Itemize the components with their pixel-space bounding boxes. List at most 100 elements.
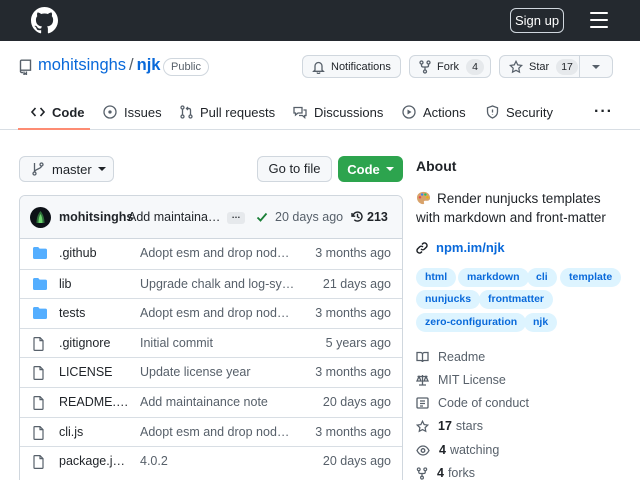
file-row: LICENSE Update license year 3 months ago	[20, 357, 402, 387]
topic-tag[interactable]: template	[560, 268, 622, 287]
tab-security[interactable]: Security	[486, 102, 553, 122]
avatar[interactable]	[30, 207, 51, 228]
commit-count[interactable]: 213	[367, 210, 388, 224]
tab-label: Actions	[423, 104, 466, 120]
topic-tag[interactable]: frontmatter	[479, 290, 554, 309]
menu-icon[interactable]	[590, 12, 608, 28]
file-row: tests Adopt esm and drop node 10 3 months …	[20, 298, 402, 328]
tab-pull-requests[interactable]: Pull requests	[180, 102, 275, 122]
tab-label: Security	[506, 104, 553, 120]
commit-expand-button[interactable]: …	[227, 211, 245, 224]
file-commit-message-link[interactable]: Upgrade chalk and log-symbols	[140, 277, 295, 291]
branch-select-button[interactable]: master	[19, 156, 114, 182]
stars-label: stars	[455, 419, 483, 433]
watchers-link[interactable]: 4 watching	[416, 443, 499, 457]
go-to-file-button[interactable]: Go to file	[257, 156, 332, 182]
notifications-button[interactable]: Notifications	[302, 55, 401, 78]
tab-label: Code	[52, 104, 85, 120]
topic-tag[interactable]: html	[416, 268, 457, 287]
readme-link[interactable]: Readme	[416, 350, 485, 364]
file-commit-message-link[interactable]: Adopt esm and drop node 10	[140, 306, 295, 320]
file-row: .gitignore Initial commit 5 years ago	[20, 327, 402, 358]
tab-code[interactable]: Code	[31, 102, 85, 122]
play-icon	[402, 105, 416, 119]
tab-label: Pull requests	[200, 104, 276, 120]
commit-time[interactable]: 20 days ago	[275, 210, 343, 224]
tab-discussions[interactable]: Discussions	[293, 102, 383, 122]
art-palette-icon	[416, 191, 431, 205]
topic-tag[interactable]: zero-configuration	[416, 313, 527, 332]
file-commit-time: 3 months ago	[315, 365, 391, 380]
forks-link[interactable]: 4 forks	[416, 466, 475, 480]
star-button[interactable]: Star 17	[499, 55, 580, 78]
chevron-down-icon	[385, 167, 394, 171]
file-name-link[interactable]: cli.js	[59, 425, 129, 439]
code-button-label: Code	[347, 161, 380, 177]
star-icon	[509, 59, 523, 73]
law-icon	[416, 374, 429, 386]
chevron-down-icon	[97, 167, 106, 171]
code-of-conduct-icon	[416, 397, 429, 409]
repo-owner-link[interactable]: mohitsinghs	[38, 56, 126, 74]
global-header: Sign up	[0, 0, 640, 41]
file-icon	[33, 425, 44, 440]
file-commit-message-link[interactable]: 4.0.2	[140, 454, 295, 468]
file-commit-message-link[interactable]: Adopt esm and drop node 10	[140, 425, 295, 439]
github-logo-icon[interactable]	[31, 7, 58, 34]
stars-link[interactable]: 17 stars	[416, 419, 483, 433]
topic-tag[interactable]: cli	[527, 268, 557, 287]
code-download-button[interactable]: Code	[338, 156, 403, 182]
readme-label: Readme	[438, 350, 486, 364]
file-commit-message-link[interactable]: Add maintainance note	[140, 395, 295, 409]
history-icon[interactable]	[351, 210, 364, 223]
repo-name-link[interactable]: njk	[137, 56, 161, 74]
fork-button[interactable]: Fork 4	[409, 55, 491, 78]
star-icon	[416, 419, 429, 432]
check-icon[interactable]	[256, 211, 268, 223]
file-name-link[interactable]: README.md	[59, 395, 129, 409]
file-name-link[interactable]: lib	[59, 277, 129, 291]
file-row: cli.js Adopt esm and drop node 10 3 months…	[20, 416, 402, 447]
file-icon	[33, 336, 44, 351]
topic-tag[interactable]: markdown	[458, 268, 529, 287]
repo-separator: /	[129, 56, 134, 74]
file-name-link[interactable]: package.json	[59, 454, 129, 468]
file-name-link[interactable]: tests	[59, 306, 129, 320]
commit-author[interactable]: mohitsinghs	[59, 210, 133, 224]
tab-actions[interactable]: Actions	[402, 102, 466, 122]
fork-label: Fork	[437, 60, 459, 73]
repo-tabs: Code Issues Pull requests Discussions Ac…	[0, 96, 640, 130]
kebab-horizontal-icon[interactable]: ···	[594, 103, 613, 121]
code-of-conduct-link[interactable]: Code of conduct	[416, 396, 529, 410]
commit-message[interactable]: Add maintainance note	[128, 210, 225, 224]
file-commit-message-link[interactable]: Adopt esm and drop node 10	[140, 246, 295, 260]
book-icon	[416, 351, 429, 363]
file-commit-time: 5 years ago	[325, 335, 391, 350]
repo-icon	[19, 59, 32, 75]
file-name-link[interactable]: LICENSE	[59, 365, 129, 379]
file-commit-message-link[interactable]: Update license year	[140, 365, 295, 379]
file-icon	[33, 396, 44, 410]
file-row: lib Upgrade chalk and log-symbols 21 days …	[20, 268, 402, 299]
topic-tag[interactable]: nunjucks	[416, 290, 481, 309]
shield-icon	[486, 105, 499, 119]
watching-label: watching	[449, 443, 500, 457]
file-icon	[33, 455, 44, 470]
git-pull-request-icon	[180, 105, 193, 119]
license-link[interactable]: MIT License	[416, 373, 506, 387]
topic-tag[interactable]: njk	[524, 313, 558, 332]
tab-issues[interactable]: Issues	[103, 102, 162, 122]
file-name-link[interactable]: .gitignore	[59, 336, 129, 350]
file-commit-message-link[interactable]: Initial commit	[140, 336, 295, 350]
file-commit-time: 3 months ago	[315, 246, 391, 260]
file-icon	[33, 366, 44, 381]
file-commit-time: 21 days ago	[322, 276, 391, 291]
sign-up-button[interactable]: Sign up	[510, 8, 564, 33]
file-commit-time: 20 days ago	[322, 454, 391, 469]
latest-commit-bar: mohitsinghs Add maintainance note … 20 d…	[20, 196, 402, 239]
git-branch-icon	[32, 162, 44, 176]
homepage-link[interactable]: npm.im/njk	[416, 240, 505, 255]
file-name-link[interactable]: .github	[59, 246, 129, 260]
repo-forked-icon	[419, 59, 431, 74]
star-dropdown-button[interactable]	[579, 55, 613, 78]
